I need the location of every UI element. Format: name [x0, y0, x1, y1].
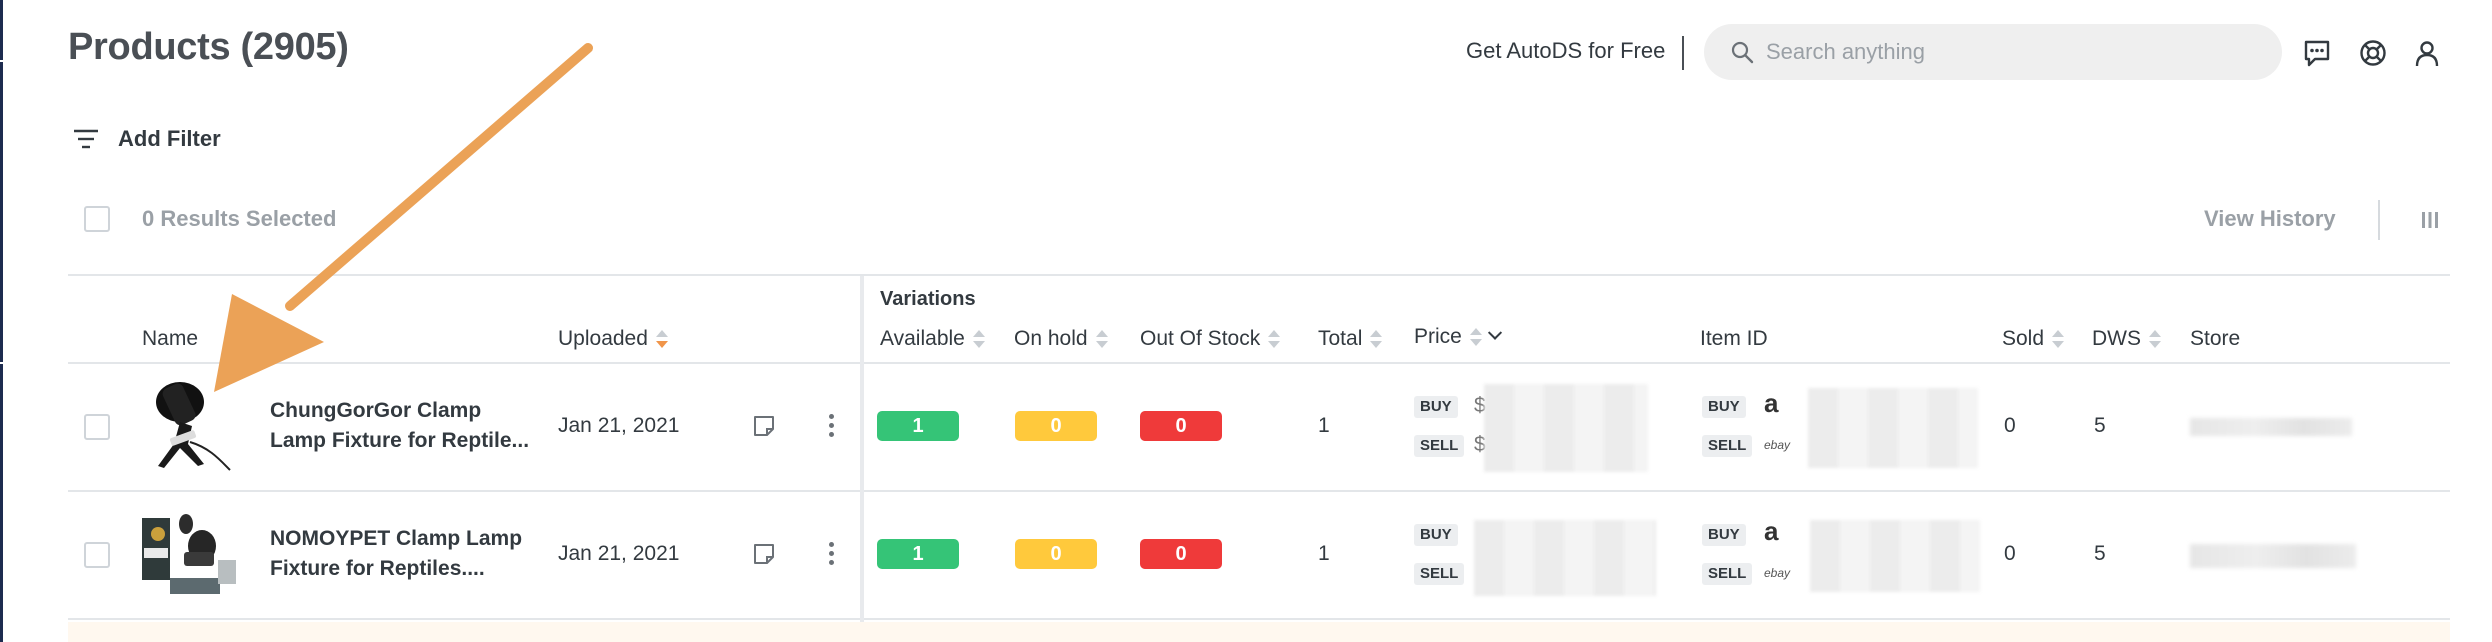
- column-header-dws[interactable]: DWS: [2092, 327, 2161, 351]
- sort-icon[interactable]: [655, 330, 668, 349]
- product-name-link[interactable]: NOMOYPET Clamp Lamp Fixture for Reptiles…: [270, 524, 532, 584]
- column-header-store: Store: [2190, 327, 2241, 350]
- column-header-name[interactable]: Name: [142, 327, 198, 351]
- buy-tag: BUY: [1702, 524, 1746, 546]
- sell-tag: SELL: [1414, 563, 1465, 585]
- select-all-checkbox[interactable]: [84, 206, 110, 232]
- column-header-on-hold[interactable]: On hold: [1014, 327, 1108, 351]
- results-selected-label: 0 Results Selected: [142, 206, 337, 231]
- sort-icon[interactable]: [1469, 328, 1482, 347]
- view-history-button[interactable]: View History: [2204, 206, 2336, 232]
- toolbar-divider: [2378, 200, 2380, 240]
- store-redacted: [2190, 544, 2356, 568]
- sell-tag: SELL: [1702, 435, 1753, 457]
- column-header-total-label: Total: [1318, 327, 1363, 350]
- columns-icon[interactable]: [2420, 210, 2440, 230]
- sort-icon[interactable]: [1370, 330, 1383, 349]
- variations-group-header: Variations: [880, 288, 976, 310]
- column-header-uploaded[interactable]: Uploaded: [558, 327, 668, 351]
- out-of-stock-badge: 0: [1140, 539, 1222, 569]
- sell-tag: SELL: [1702, 563, 1753, 585]
- row-checkbox[interactable]: [84, 414, 110, 440]
- table-row[interactable]: [68, 622, 2450, 642]
- available-badge: 1: [877, 411, 959, 441]
- column-header-on-hold-label: On hold: [1014, 327, 1088, 350]
- sort-icon[interactable]: [2149, 330, 2161, 349]
- note-icon[interactable]: [752, 542, 776, 566]
- on-hold-badge: 0: [1015, 539, 1097, 569]
- column-header-price[interactable]: Price: [1414, 325, 1502, 349]
- row-divider: [68, 618, 2450, 620]
- row-divider: [68, 490, 2450, 492]
- product-name-line: Fixture for Reptiles....: [270, 557, 485, 580]
- column-group-separator: [860, 276, 864, 642]
- sort-icon[interactable]: [972, 330, 985, 349]
- total-count: 1: [1318, 414, 1330, 437]
- out-of-stock-badge: 0: [1140, 411, 1222, 441]
- window-edge: [0, 0, 3, 642]
- product-name-link[interactable]: ChungGorGor Clamp Lamp Fixture for Repti…: [270, 396, 532, 456]
- sold-count: 0: [2004, 542, 2016, 565]
- product-name-line: ChungGorGor Clamp: [270, 399, 482, 422]
- amazon-icon: a: [1764, 516, 1779, 546]
- store-redacted: [2190, 418, 2352, 436]
- chat-icon[interactable]: [2302, 38, 2332, 68]
- more-options-icon[interactable]: [826, 414, 836, 440]
- amazon-icon: a: [1764, 388, 1779, 418]
- product-name-line: Lamp Fixture for Reptile...: [270, 429, 530, 452]
- column-header-sold-label: Sold: [2002, 327, 2045, 350]
- get-autods-free-link[interactable]: Get AutoDS for Free: [1466, 38, 1665, 64]
- dws-count: 5: [2094, 542, 2106, 565]
- help-icon[interactable]: [2358, 38, 2388, 68]
- column-header-dws-label: DWS: [2092, 327, 2141, 350]
- sort-icon[interactable]: [1268, 330, 1281, 349]
- add-filter-button[interactable]: Add Filter: [118, 126, 221, 152]
- header-bottom-border: [68, 362, 2450, 364]
- price-redacted: [1474, 520, 1656, 596]
- product-thumbnail[interactable]: [140, 374, 238, 472]
- buy-tag: BUY: [1414, 396, 1458, 418]
- chevron-down-icon[interactable]: [1487, 326, 1502, 341]
- on-hold-badge: 0: [1015, 411, 1097, 441]
- buy-tag: BUY: [1702, 396, 1746, 418]
- uploaded-date: Jan 21, 2021: [558, 542, 680, 565]
- row-checkbox[interactable]: [84, 542, 110, 568]
- column-header-out-of-stock[interactable]: Out Of Stock: [1140, 327, 1281, 351]
- search-input[interactable]: [1766, 28, 2266, 76]
- column-header-total[interactable]: Total: [1318, 327, 1383, 351]
- sort-icon[interactable]: [2052, 330, 2065, 349]
- note-icon[interactable]: [752, 414, 776, 438]
- column-header-out-of-stock-label: Out Of Stock: [1140, 327, 1261, 350]
- total-count: 1: [1318, 542, 1330, 565]
- sold-count: 0: [2004, 414, 2016, 437]
- item-id-redacted: [1810, 520, 1980, 592]
- available-badge: 1: [877, 539, 959, 569]
- column-header-price-label: Price: [1414, 325, 1462, 348]
- page-title: Products (2905): [68, 26, 349, 68]
- ebay-icon: ebay: [1764, 566, 1791, 580]
- search-icon: [1731, 41, 1754, 64]
- buy-tag: BUY: [1414, 524, 1458, 546]
- column-header-sold[interactable]: Sold: [2002, 327, 2065, 351]
- header-divider: [1682, 36, 1684, 70]
- column-header-item-id: Item ID: [1700, 327, 1768, 350]
- price-redacted: [1484, 384, 1648, 472]
- sort-icon[interactable]: [1095, 330, 1108, 349]
- product-thumbnail[interactable]: [140, 504, 238, 602]
- ebay-icon: ebay: [1764, 438, 1791, 452]
- table-top-border: [68, 274, 2450, 276]
- user-icon[interactable]: [2412, 38, 2442, 68]
- uploaded-date: Jan 21, 2021: [558, 414, 680, 437]
- product-name-line: NOMOYPET Clamp Lamp: [270, 527, 523, 550]
- column-header-available[interactable]: Available: [880, 327, 985, 351]
- column-header-available-label: Available: [880, 327, 965, 350]
- more-options-icon[interactable]: [826, 542, 836, 568]
- item-id-redacted: [1808, 388, 1978, 468]
- dws-count: 5: [2094, 414, 2106, 437]
- filter-icon[interactable]: [72, 128, 100, 150]
- column-header-uploaded-label: Uploaded: [558, 327, 648, 350]
- sell-tag: SELL: [1414, 435, 1465, 457]
